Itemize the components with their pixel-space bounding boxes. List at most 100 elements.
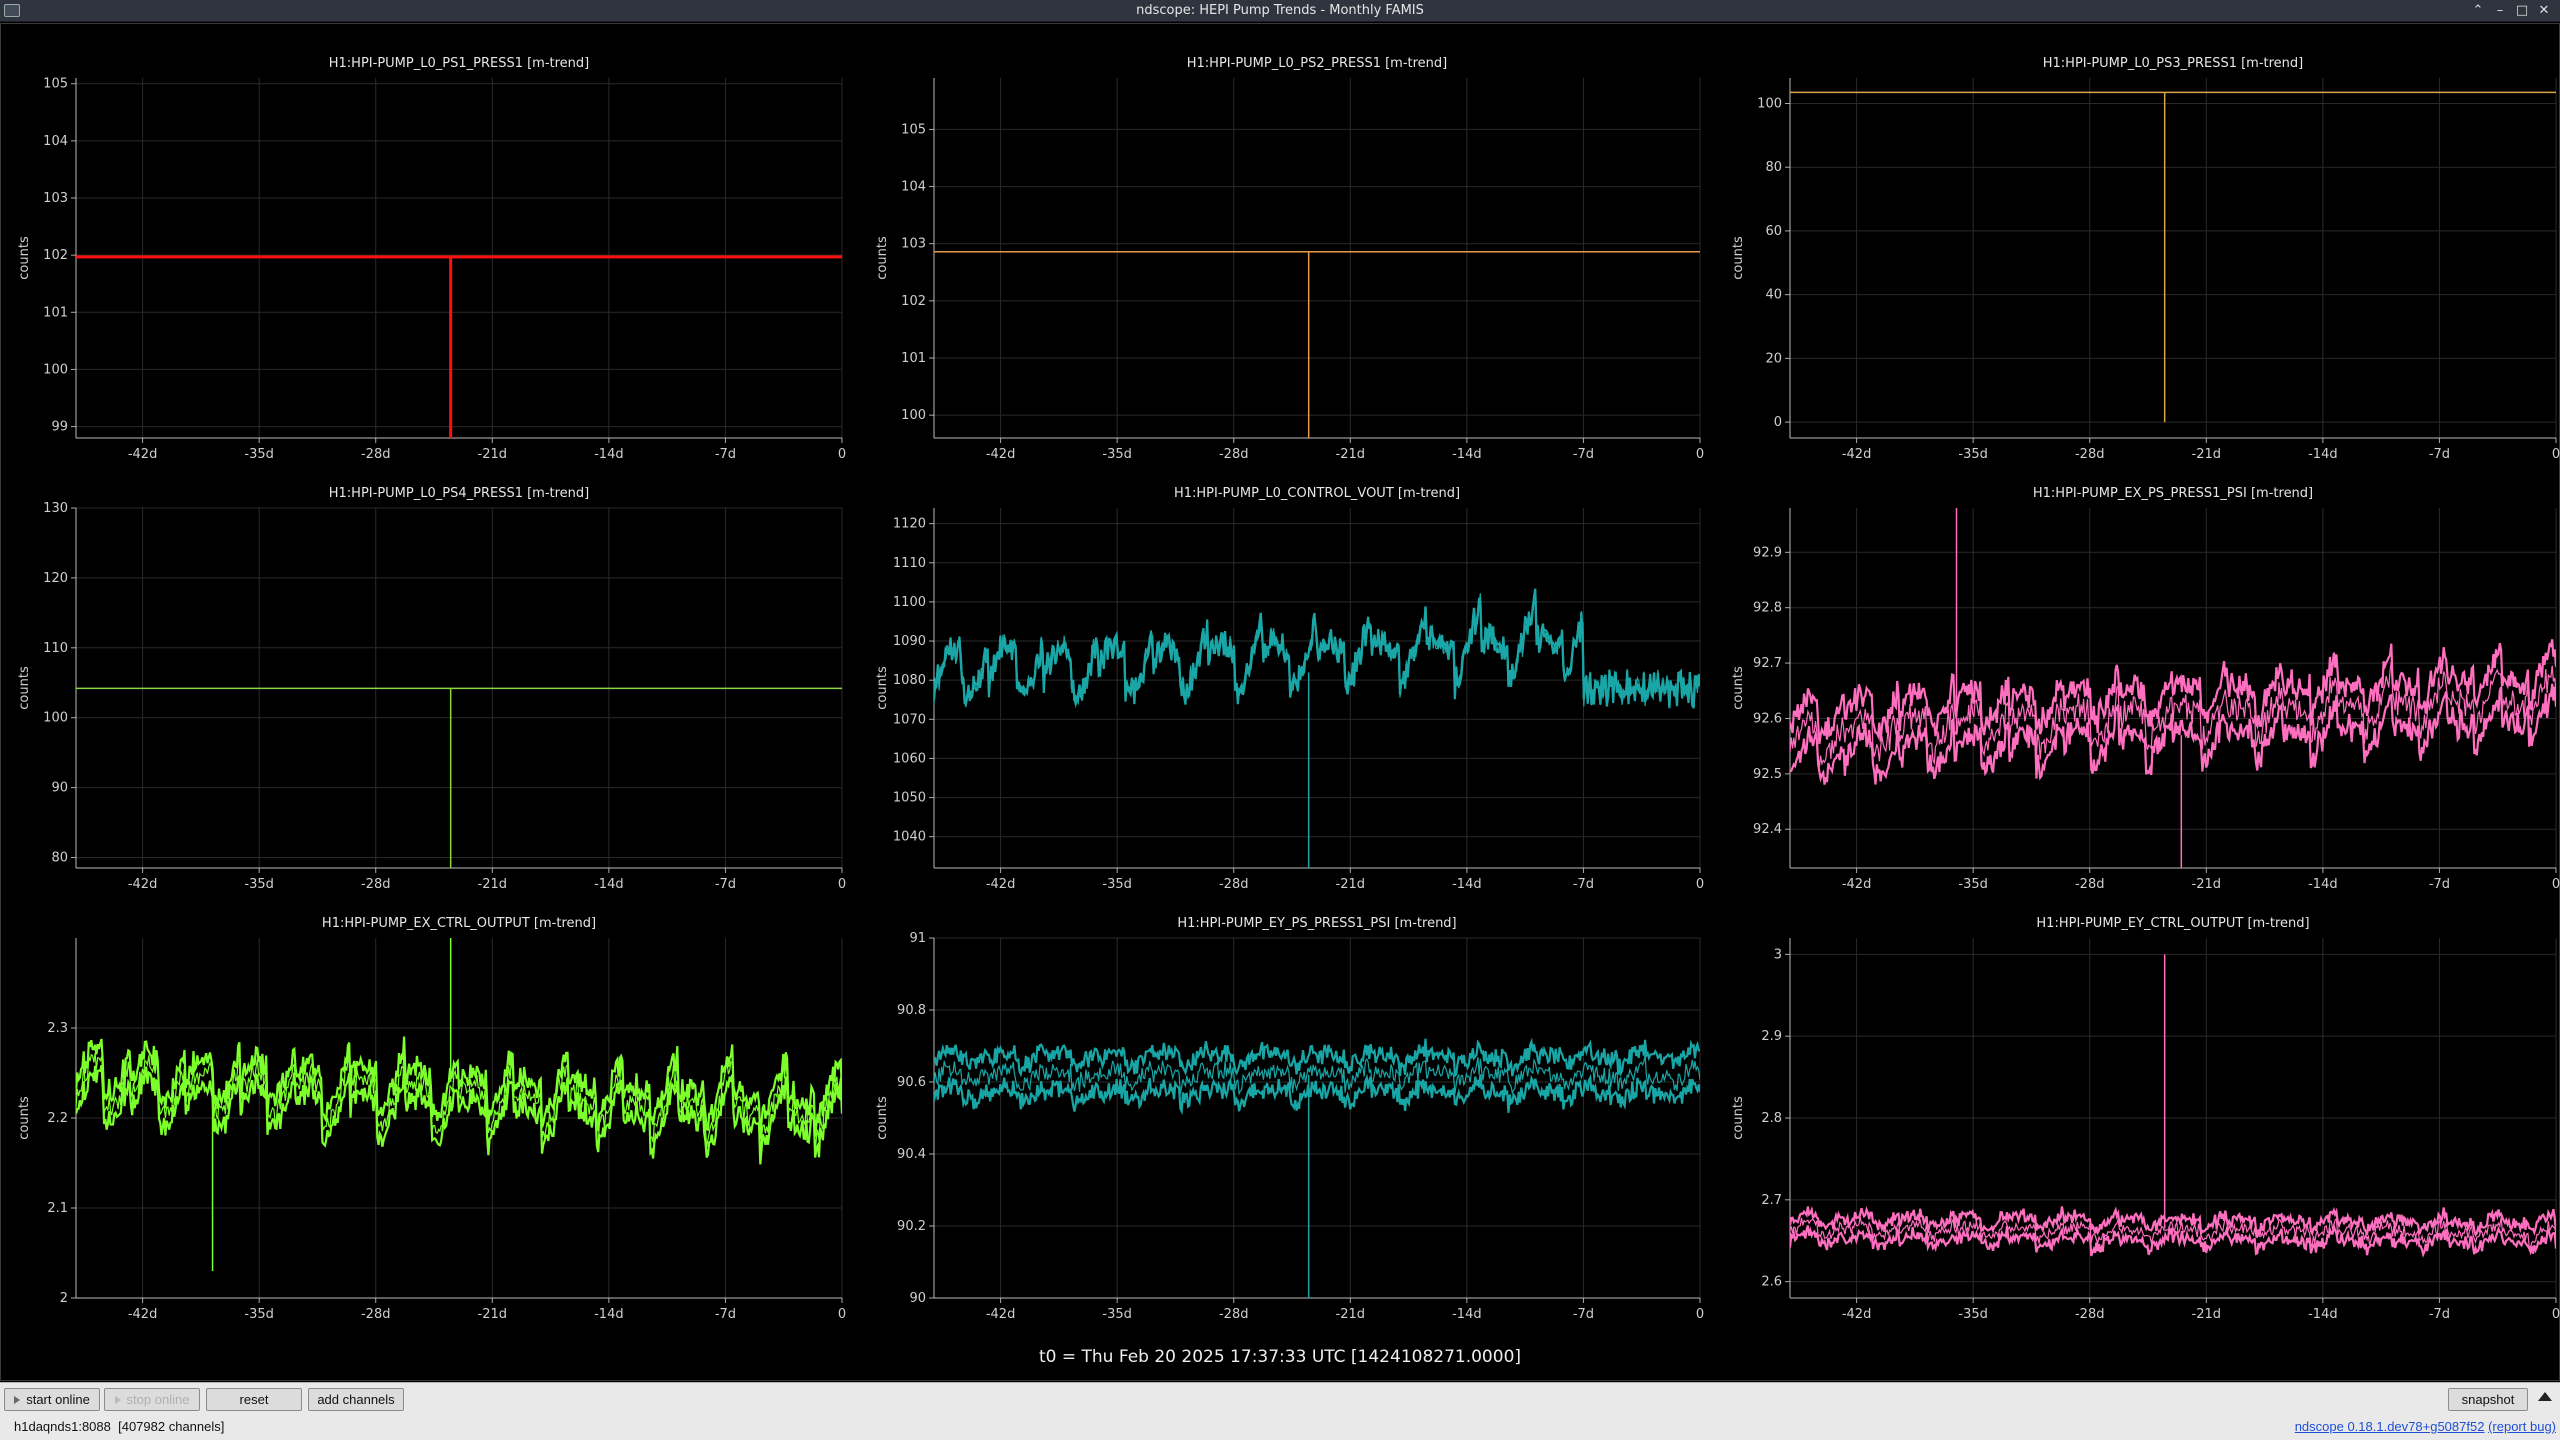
y-tick-label: 99 bbox=[51, 420, 68, 435]
series-group bbox=[1790, 508, 2556, 868]
plot-svg-8[interactable]: H1:HPI-PUMP_EY_PS_PRESS1_PSI [m-trend] -4… bbox=[858, 910, 1704, 1338]
x-tick-label: -42d bbox=[986, 877, 1016, 892]
plot-svg-3[interactable]: H1:HPI-PUMP_L0_PS3_PRESS1 [m-trend] -42d -… bbox=[1714, 50, 2560, 478]
start-online-button[interactable]: start online bbox=[4, 1388, 100, 1411]
plot-svg-6[interactable]: H1:HPI-PUMP_EX_PS_PRESS1_PSI [m-trend] -4… bbox=[1714, 480, 2560, 908]
x-tick-label: -21d bbox=[2192, 877, 2222, 892]
y-tick-label: 92.9 bbox=[1753, 545, 1782, 560]
t0-label: t0 = Thu Feb 20 2025 17:37:33 UTC [14241… bbox=[1038, 1347, 1522, 1367]
y-tick-label: 1050 bbox=[893, 791, 926, 806]
x-tick-label: -21d bbox=[1336, 447, 1366, 462]
plot-panel-5[interactable]: H1:HPI-PUMP_L0_CONTROL_VOUT [m-trend] -42… bbox=[858, 480, 1704, 908]
x-tick-label: -42d bbox=[1842, 877, 1872, 892]
plot-panel-1[interactable]: H1:HPI-PUMP_L0_PS1_PRESS1 [m-trend] -42d -… bbox=[0, 50, 846, 478]
stop-online-button[interactable]: stop online bbox=[104, 1388, 200, 1411]
x-tick-label: -7d bbox=[715, 447, 736, 462]
y-tick-label: 40 bbox=[1765, 288, 1782, 303]
y-tick-label: 1090 bbox=[893, 634, 926, 649]
x-tick-label: -14d bbox=[1452, 877, 1482, 892]
y-tick-label: 91 bbox=[909, 931, 926, 946]
x-tick-label: -21d bbox=[478, 1307, 508, 1322]
plot-panel-2[interactable]: H1:HPI-PUMP_L0_PS2_PRESS1 [m-trend] -42d -… bbox=[858, 50, 1704, 478]
y-tick-label: 103 bbox=[43, 191, 68, 206]
series-group bbox=[1790, 91, 2556, 423]
y-tick-label: 102 bbox=[43, 248, 68, 263]
version-info: ndscope 0.18.1.dev78+g5087f52 (report bu… bbox=[2295, 1419, 2556, 1434]
reset-button[interactable]: reset bbox=[206, 1388, 302, 1411]
expand-panel-icon[interactable] bbox=[2538, 1392, 2552, 1401]
plot-panel-9[interactable]: H1:HPI-PUMP_EY_CTRL_OUTPUT [m-trend] -42d… bbox=[1714, 910, 2560, 1338]
y-tick-label: 92.5 bbox=[1753, 767, 1782, 782]
plot-panel-3[interactable]: H1:HPI-PUMP_L0_PS3_PRESS1 [m-trend] -42d -… bbox=[1714, 50, 2560, 478]
play-icon bbox=[14, 1396, 21, 1404]
plot-panel-7[interactable]: H1:HPI-PUMP_EX_CTRL_OUTPUT [m-trend] -42d… bbox=[0, 910, 846, 1338]
plot-panel-4[interactable]: H1:HPI-PUMP_L0_PS4_PRESS1 [m-trend] -42d -… bbox=[0, 480, 846, 908]
plot-title: H1:HPI-PUMP_EX_CTRL_OUTPUT [m-trend] bbox=[322, 916, 596, 931]
x-tick-label: -21d bbox=[478, 447, 508, 462]
x-tick-label: -7d bbox=[1573, 877, 1594, 892]
x-tick-label: -7d bbox=[1573, 447, 1594, 462]
window-minimize-icon[interactable]: – bbox=[2491, 2, 2509, 20]
plot-svg-2[interactable]: H1:HPI-PUMP_L0_PS2_PRESS1 [m-trend] -42d -… bbox=[858, 50, 1704, 478]
window-shade-icon[interactable]: ⌃ bbox=[2469, 2, 2487, 20]
plot-title: H1:HPI-PUMP_L0_CONTROL_VOUT [m-trend] bbox=[1174, 486, 1460, 501]
y-tick-label: 1080 bbox=[893, 673, 926, 688]
plot-title: H1:HPI-PUMP_EX_PS_PRESS1_PSI [m-trend] bbox=[2033, 486, 2313, 501]
series-group bbox=[934, 588, 1700, 868]
x-tick-label: -42d bbox=[128, 877, 158, 892]
window-close-icon[interactable]: ✕ bbox=[2535, 2, 2553, 20]
y-tick-label: 2.3 bbox=[47, 1021, 68, 1036]
x-tick-label: -14d bbox=[2308, 877, 2338, 892]
y-tick-label: 104 bbox=[43, 134, 68, 149]
x-tick-label: -35d bbox=[1958, 877, 1988, 892]
plot-svg-1[interactable]: H1:HPI-PUMP_L0_PS1_PRESS1 [m-trend] -42d -… bbox=[0, 50, 846, 478]
plot-svg-7[interactable]: H1:HPI-PUMP_EX_CTRL_OUTPUT [m-trend] -42d… bbox=[0, 910, 846, 1338]
x-tick-label: -42d bbox=[986, 1307, 1016, 1322]
y-tick-label: 103 bbox=[901, 237, 926, 252]
y-tick-label: 90 bbox=[909, 1291, 926, 1306]
report-bug-link[interactable]: (report bug) bbox=[2488, 1419, 2556, 1434]
x-tick-label: -28d bbox=[361, 447, 391, 462]
x-tick-label: 0 bbox=[1696, 1307, 1704, 1322]
x-tick-label: 0 bbox=[2552, 1307, 2560, 1322]
add-channels-button[interactable]: add channels bbox=[308, 1388, 404, 1411]
y-axis-label: counts bbox=[875, 666, 890, 710]
x-tick-label: -21d bbox=[1336, 1307, 1366, 1322]
y-tick-label: 1040 bbox=[893, 830, 926, 845]
y-tick-label: 3 bbox=[1774, 947, 1782, 962]
server-address: h1daqnds1:8088 bbox=[14, 1419, 111, 1434]
y-tick-label: 2.1 bbox=[47, 1201, 68, 1216]
plot-svg-4[interactable]: H1:HPI-PUMP_L0_PS4_PRESS1 [m-trend] -42d -… bbox=[0, 480, 846, 908]
y-tick-label: 2.7 bbox=[1761, 1193, 1782, 1208]
version-link[interactable]: ndscope 0.18.1.dev78+g5087f52 bbox=[2295, 1419, 2485, 1434]
plot-panel-6[interactable]: H1:HPI-PUMP_EX_PS_PRESS1_PSI [m-trend] -4… bbox=[1714, 480, 2560, 908]
y-axis-label: counts bbox=[875, 236, 890, 280]
x-tick-label: -21d bbox=[478, 877, 508, 892]
x-tick-label: -7d bbox=[715, 877, 736, 892]
channel-count: [407982 channels] bbox=[118, 1419, 225, 1434]
y-tick-label: 2.8 bbox=[1761, 1111, 1782, 1126]
series-group bbox=[934, 250, 1700, 438]
y-tick-label: 92.4 bbox=[1753, 822, 1782, 837]
y-tick-label: 2 bbox=[60, 1291, 68, 1306]
x-tick-label: -35d bbox=[244, 877, 274, 892]
x-tick-label: -35d bbox=[1958, 1307, 1988, 1322]
snapshot-button[interactable]: snapshot bbox=[2448, 1388, 2528, 1411]
plot-svg-5[interactable]: H1:HPI-PUMP_L0_CONTROL_VOUT [m-trend] -42… bbox=[858, 480, 1704, 908]
y-tick-label: 80 bbox=[51, 851, 68, 866]
x-tick-label: -28d bbox=[361, 1307, 391, 1322]
x-tick-label: -28d bbox=[1219, 1307, 1249, 1322]
y-axis-label: counts bbox=[17, 236, 32, 280]
start-online-label: start online bbox=[26, 1392, 90, 1407]
window-maximize-icon[interactable]: □ bbox=[2513, 2, 2531, 20]
y-tick-label: 110 bbox=[43, 641, 68, 656]
series-trace-min bbox=[934, 1073, 1700, 1116]
stop-icon bbox=[114, 1396, 121, 1404]
series-group bbox=[76, 938, 842, 1271]
y-tick-label: 100 bbox=[43, 362, 68, 377]
plot-svg-9[interactable]: H1:HPI-PUMP_EY_CTRL_OUTPUT [m-trend] -42d… bbox=[1714, 910, 2560, 1338]
plot-panel-8[interactable]: H1:HPI-PUMP_EY_PS_PRESS1_PSI [m-trend] -4… bbox=[858, 910, 1704, 1338]
x-tick-label: -42d bbox=[128, 1307, 158, 1322]
x-tick-label: -7d bbox=[715, 1307, 736, 1322]
x-tick-label: -35d bbox=[1102, 877, 1132, 892]
